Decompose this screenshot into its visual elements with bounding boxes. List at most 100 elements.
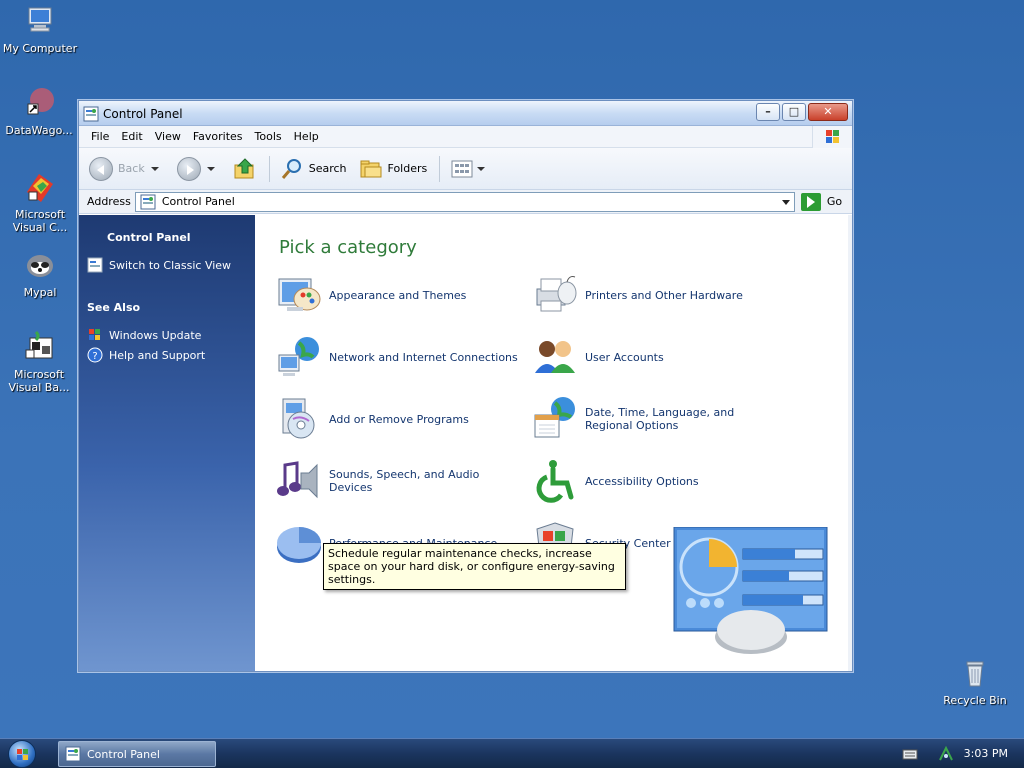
see-also-heading: See Also [87, 301, 141, 314]
category-label: Date, Time, Language, and Regional Optio… [585, 406, 735, 432]
category-label: Network and Internet Connections [329, 350, 518, 364]
computer-icon [23, 4, 57, 38]
clock[interactable]: 3:03 PM [964, 747, 1008, 760]
desktop-icon-label: Recycle Bin [943, 694, 1007, 707]
folders-icon [360, 160, 382, 177]
search-button[interactable]: Search [280, 157, 347, 181]
category-label: Sounds, Speech, and Audio Devices [329, 468, 480, 494]
forward-arrow-icon [176, 156, 201, 181]
network-icon [275, 333, 323, 381]
forward-button[interactable] [176, 156, 221, 181]
back-dropdown-icon[interactable] [150, 166, 159, 171]
switch-to-classic-view-link[interactable]: Switch to Classic View [87, 257, 231, 273]
views-dropdown-icon[interactable] [477, 166, 486, 171]
category-date-time[interactable]: Date, Time, Language, and Regional Optio… [531, 395, 781, 443]
windows-logo-icon [17, 749, 28, 760]
add-remove-icon [275, 395, 323, 443]
mypal-icon [23, 248, 57, 282]
window-content: Control Panel Switch to Classic View See… [79, 215, 852, 671]
category-add-remove-programs[interactable]: Add or Remove Programs [275, 395, 525, 443]
menu-tools[interactable]: Tools [249, 130, 288, 143]
appearance-icon [275, 271, 323, 319]
category-printers[interactable]: Printers and Other Hardware [531, 271, 781, 319]
printer-icon [531, 271, 579, 319]
network-status-icon[interactable] [938, 745, 954, 762]
category-network[interactable]: Network and Internet Connections [275, 333, 525, 381]
category-label: User Accounts [585, 350, 664, 364]
address-input[interactable]: Control Panel [134, 191, 795, 212]
toolbar: Back Search Folders [79, 148, 852, 190]
minimize-button[interactable]: – [756, 103, 780, 121]
datawagon-icon [22, 86, 56, 120]
address-bar: Address Control Panel Go [79, 190, 852, 214]
page-title: Pick a category [279, 237, 417, 258]
category-label: Appearance and Themes [329, 288, 467, 302]
folders-button[interactable]: Folders [359, 157, 427, 181]
recycle-bin-icon [958, 656, 992, 690]
classic-view-icon [87, 257, 103, 273]
views-icon [451, 160, 473, 177]
main-pane: Pick a category Appearance and Themes Pr… [255, 215, 852, 671]
up-folder-icon [234, 157, 254, 178]
category-appearance[interactable]: Appearance and Themes [275, 271, 525, 319]
desktop-icon-visual-c[interactable]: Microsoft Visual C... [1, 170, 79, 234]
menu-bar: File Edit View Favorites Tools Help [79, 126, 852, 148]
go-button[interactable]: Go [800, 192, 842, 211]
maximize-button[interactable]: □ [782, 103, 806, 121]
close-button[interactable]: ✕ [808, 103, 848, 121]
task-pane-heading: Control Panel [107, 231, 191, 244]
desktop-icon-recycle-bin[interactable]: Recycle Bin [936, 656, 1014, 707]
category-accessibility[interactable]: Accessibility Options [531, 457, 781, 505]
vertical-scrollbar[interactable] [848, 215, 852, 671]
maximize-icon: □ [788, 105, 800, 118]
address-label: Address [87, 195, 131, 208]
menu-view[interactable]: View [149, 130, 187, 143]
title-bar[interactable]: Control Panel – □ ✕ [79, 101, 852, 126]
back-button[interactable]: Back [89, 156, 165, 181]
control-panel-illustration [673, 526, 828, 655]
control-panel-icon [65, 746, 81, 762]
help-icon: ? [87, 347, 103, 363]
desktop-icon-label: Microsoft Visual Ba... [8, 368, 70, 394]
desktop-icon-mypal[interactable]: Mypal [1, 248, 79, 299]
user-accounts-icon [531, 333, 579, 381]
task-pane: Control Panel Switch to Classic View See… [79, 215, 255, 671]
accessibility-icon [531, 457, 579, 505]
start-button[interactable] [8, 740, 36, 768]
desktop-icon-label: DataWago... [5, 124, 73, 137]
back-arrow-icon [89, 156, 113, 181]
category-sounds[interactable]: Sounds, Speech, and Audio Devices [275, 457, 525, 505]
date-time-icon [531, 395, 579, 443]
window-title: Control Panel [103, 107, 183, 121]
visual-c-icon [23, 170, 57, 204]
taskbar-button-control-panel[interactable]: Control Panel [58, 741, 216, 767]
help-and-support-link[interactable]: ? Help and Support [87, 347, 205, 363]
category-tooltip: Schedule regular maintenance checks, inc… [323, 543, 626, 590]
windows-logo [812, 126, 852, 148]
control-panel-icon [140, 194, 156, 209]
menu-file[interactable]: File [85, 130, 115, 143]
menu-favorites[interactable]: Favorites [187, 130, 249, 143]
windows-update-link[interactable]: Windows Update [87, 327, 201, 343]
minimize-icon: – [765, 105, 771, 118]
toolbar-separator [268, 155, 270, 182]
desktop-icon-label: My Computer [2, 42, 78, 55]
address-dropdown-icon[interactable] [781, 199, 790, 205]
up-folder-button[interactable] [233, 157, 257, 181]
control-panel-window: Control Panel – □ ✕ File Edit View Favor… [78, 100, 853, 672]
desktop-icon-visual-basic[interactable]: Microsoft Visual Ba... [0, 330, 78, 394]
close-icon: ✕ [823, 105, 833, 118]
category-label: Accessibility Options [585, 474, 699, 488]
views-button[interactable] [450, 157, 491, 181]
desktop-icon-datawagon[interactable]: DataWago... [0, 86, 78, 137]
category-label: Add or Remove Programs [329, 412, 469, 426]
category-user-accounts[interactable]: User Accounts [531, 333, 781, 381]
menu-edit[interactable]: Edit [115, 130, 148, 143]
toolbar-separator [439, 155, 441, 182]
desktop-icon-my-computer[interactable]: My Computer [1, 4, 79, 55]
forward-dropdown-icon[interactable] [206, 166, 215, 171]
windows-update-icon [87, 327, 103, 343]
keyboard-icon[interactable] [902, 746, 918, 762]
category-label: Printers and Other Hardware [585, 288, 743, 302]
menu-help[interactable]: Help [288, 130, 325, 143]
